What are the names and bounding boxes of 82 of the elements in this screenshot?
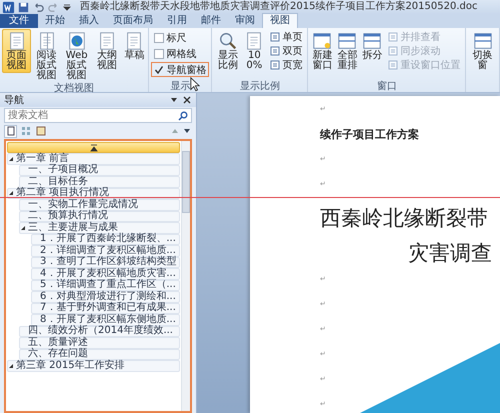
- page-icon: [388, 46, 398, 56]
- window-title: 西秦岭北缘断裂带天水段地带地质灾害调查评价2015续作子项目工作方案20150520.doc: [80, 1, 478, 13]
- checkbox[interactable]: 导航窗格: [151, 62, 210, 77]
- ribbon-button[interactable]: 页宽: [267, 58, 306, 71]
- globe-icon: [66, 31, 87, 51]
- ribbon-tab[interactable]: 页面布局: [106, 14, 160, 28]
- heading-item[interactable]: 8．开展了麦积区幅东侧地质...: [31, 314, 180, 326]
- heading-item[interactable]: 三、主要进展与成果: [19, 222, 180, 234]
- pane-title: 导航: [4, 94, 24, 107]
- ribbon-button[interactable]: 大纲视图: [92, 29, 122, 73]
- window-icon: [472, 31, 493, 51]
- heading-item[interactable]: 五、质量评述: [19, 337, 180, 348]
- expand-icon[interactable]: [8, 362, 14, 369]
- scrollbar[interactable]: [181, 141, 190, 411]
- document-heading: 续作子项目工作方案: [320, 129, 420, 143]
- ribbon-button[interactable]: 新建窗口: [310, 29, 334, 73]
- ribbon-tab[interactable]: 审阅: [228, 14, 262, 28]
- close-icon[interactable]: [182, 95, 192, 105]
- ribbon-button[interactable]: 全部重排: [335, 29, 360, 73]
- page-icon: [388, 32, 398, 42]
- page-icon: [270, 46, 280, 56]
- window-icon: [312, 31, 332, 51]
- file-tab[interactable]: 文件: [0, 14, 38, 28]
- heading-item[interactable]: 第三章 2015年工作安排: [7, 360, 180, 372]
- search-icon[interactable]: [178, 110, 188, 120]
- expand-icon[interactable]: [8, 190, 14, 196]
- group-label: 显示比例: [240, 81, 280, 92]
- heading-item[interactable]: 1．开展了西秦岭北缘断裂、...: [31, 234, 180, 245]
- collapse-icon: [90, 144, 98, 152]
- heading-item[interactable]: 一、实物工作量完成情况: [19, 199, 180, 210]
- checkbox[interactable]: 标尺: [151, 30, 210, 45]
- ribbon-button[interactable]: 显示比例: [214, 29, 242, 73]
- heading-item[interactable]: 6．对典型滑坡进行了测绘和...: [31, 291, 180, 302]
- heading-item[interactable]: 5．详细调查了重点工作区（...: [31, 280, 180, 291]
- magnifier-icon: [218, 31, 238, 51]
- heading-item[interactable]: 六、存在问题: [19, 348, 180, 360]
- expand-icon[interactable]: [20, 224, 26, 231]
- ribbon-button[interactable]: 单页: [267, 30, 306, 43]
- group-label: 显示: [170, 81, 190, 92]
- empty-box-icon: [154, 32, 164, 42]
- ribbon-button[interactable]: 阅读版式视图: [32, 29, 62, 83]
- ribbon-button[interactable]: 切换窗: [468, 29, 497, 73]
- heading-item[interactable]: 第一章 前言: [7, 153, 180, 164]
- window-icon: [337, 31, 358, 51]
- group-label: 文档视图: [54, 83, 94, 94]
- ribbon-tab[interactable]: 开始: [38, 14, 72, 28]
- group-label: 窗口: [376, 81, 397, 92]
- ribbon-tab[interactable]: 插入: [72, 14, 106, 28]
- search-field[interactable]: 搜索文档: [4, 108, 192, 123]
- ribbon-button[interactable]: 双页: [267, 44, 306, 57]
- save-icon[interactable]: [17, 0, 30, 14]
- ribbon-tab[interactable]: 引用: [160, 14, 194, 28]
- results-tab[interactable]: [34, 124, 47, 138]
- ribbon-button[interactable]: Web 版式视图: [62, 29, 92, 83]
- ribbon-button[interactable]: 100%: [242, 29, 266, 73]
- heading-item[interactable]: 一、子项目概况: [19, 164, 180, 176]
- heading-item[interactable]: 7．基于野外调查和已有成果...: [31, 302, 180, 314]
- heading-item[interactable]: 四、绩效分析（2014年度绩效...: [19, 326, 180, 337]
- heading-item[interactable]: 二、目标任务: [19, 176, 180, 188]
- page-icon: [270, 60, 280, 70]
- dropdown-icon[interactable]: [62, 2, 72, 12]
- word-logo-icon: [2, 0, 15, 14]
- heading-item[interactable]: 二、预算执行情况: [19, 210, 180, 222]
- ribbon-button[interactable]: 页面视图: [2, 29, 32, 73]
- document-title: 西秦岭北缘断裂带: [320, 205, 489, 232]
- checkbox[interactable]: 网格线: [151, 46, 210, 61]
- heading-item[interactable]: 2．详细调查了麦积区幅地质...: [31, 245, 180, 256]
- window-icon: [362, 31, 382, 51]
- page-icon: [388, 60, 398, 70]
- page-icon: [270, 32, 280, 42]
- headings-tab[interactable]: [4, 124, 17, 138]
- ribbon-button[interactable]: 草稿: [122, 29, 146, 63]
- ribbon-button[interactable]: 拆分: [360, 29, 384, 63]
- document-title: 灾害调查: [407, 240, 493, 267]
- heading-item[interactable]: 3．查明了工作区斜坡结构类型: [31, 256, 180, 268]
- check-mark-icon: [154, 64, 164, 74]
- cursor-icon: [190, 77, 200, 92]
- ribbon-tab[interactable]: 邮件: [194, 14, 228, 28]
- ribbon-tab[interactable]: 视图: [262, 13, 298, 28]
- empty-box-icon: [154, 48, 164, 58]
- expand-icon[interactable]: [8, 156, 14, 162]
- heading-item[interactable]: 4．开展了麦积区幅地质灾害...: [31, 268, 180, 280]
